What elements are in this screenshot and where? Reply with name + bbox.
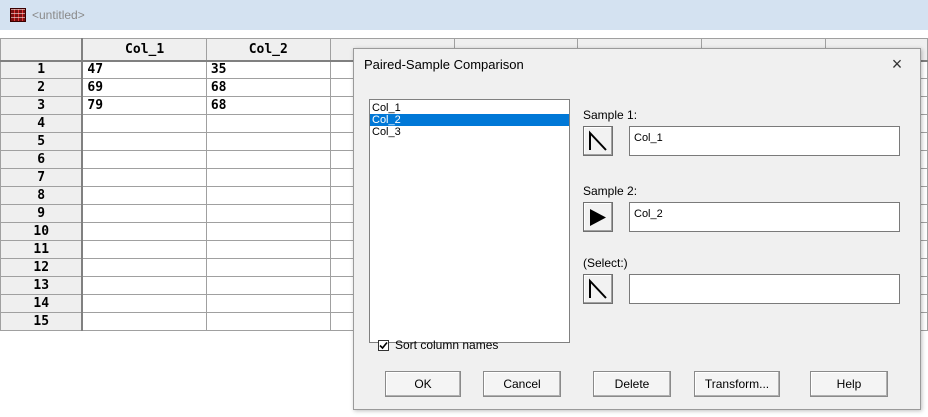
grid-cell[interactable] [205,186,331,205]
list-item-col2[interactable]: Col_2 [370,114,569,126]
grid-cell[interactable] [205,258,331,277]
grid-corner[interactable] [0,38,84,62]
row-header[interactable]: 12 [0,258,84,277]
grid-cell[interactable] [205,150,331,169]
close-icon[interactable]: × [882,51,912,77]
row-header[interactable]: 6 [0,150,84,169]
list-item-col1[interactable]: Col_1 [370,102,569,114]
sort-label: Sort column names [395,338,499,352]
grid-cell[interactable] [205,240,331,259]
grid-cell[interactable]: 79 [81,96,207,115]
arrow-hollow-icon [589,278,607,299]
grid-cell[interactable] [81,240,207,259]
row-header[interactable]: 8 [0,186,84,205]
select-label: (Select:) [583,256,628,270]
list-item-col3[interactable]: Col_3 [370,126,569,138]
window-titlebar: <untitled> [0,0,928,30]
sample1-arrow-button[interactable] [583,126,613,156]
sample2-field[interactable]: Col_2 [629,202,900,232]
grid-cell[interactable] [205,222,331,241]
grid-cell[interactable] [81,222,207,241]
sample1-field[interactable]: Col_1 [629,126,900,156]
sample1-label: Sample 1: [583,108,638,122]
sort-checkbox[interactable] [378,340,389,351]
cancel-button[interactable]: Cancel [483,371,561,397]
row-header[interactable]: 9 [0,204,84,223]
sample2-label: Sample 2: [583,184,638,198]
row-header[interactable]: 3 [0,96,84,115]
grid-cell[interactable] [205,204,331,223]
grid-cell[interactable]: 68 [205,96,331,115]
arrow-solid-icon [590,209,606,226]
grid-cell[interactable] [81,168,207,187]
grid-cell[interactable] [205,312,331,331]
row-header[interactable]: 1 [0,60,84,79]
grid-cell[interactable] [205,132,331,151]
column-header-col1[interactable]: Col_1 [81,38,207,62]
paired-sample-dialog: Paired-Sample Comparison × Col_1 Col_2 C… [353,48,921,410]
help-button[interactable]: Help [810,371,888,397]
sample2-arrow-button[interactable] [583,202,613,232]
grid-cell[interactable] [81,258,207,277]
grid-cell[interactable] [81,312,207,331]
row-header[interactable]: 7 [0,168,84,187]
row-header[interactable]: 4 [0,114,84,133]
grid-cell[interactable] [81,150,207,169]
arrow-hollow-icon [589,130,607,151]
grid-cell[interactable]: 35 [205,60,331,79]
grid-cell[interactable]: 68 [205,78,331,97]
row-header[interactable]: 5 [0,132,84,151]
row-header[interactable]: 2 [0,78,84,97]
grid-cell[interactable]: 69 [81,78,207,97]
delete-button[interactable]: Delete [593,371,671,397]
window-title: <untitled> [32,8,85,22]
select-arrow-button[interactable] [583,274,613,304]
grid-cell[interactable] [81,204,207,223]
transform-button[interactable]: Transform... [694,371,780,397]
dialog-title: Paired-Sample Comparison [364,57,524,72]
row-header[interactable]: 15 [0,312,84,331]
grid-cell[interactable]: 47 [81,60,207,79]
row-header[interactable]: 14 [0,294,84,313]
column-listbox[interactable]: Col_1 Col_2 Col_3 [369,99,570,343]
select-field[interactable] [629,274,900,304]
grid-cell[interactable] [81,114,207,133]
grid-cell[interactable] [81,276,207,295]
grid-cell[interactable] [205,114,331,133]
ok-button[interactable]: OK [385,371,461,397]
grid-cell[interactable] [205,276,331,295]
grid-cell[interactable] [81,186,207,205]
checkmark-icon [379,341,388,350]
grid-cell[interactable] [81,294,207,313]
grid-icon [10,8,26,22]
column-header-col2[interactable]: Col_2 [205,38,331,62]
grid-cell[interactable] [81,132,207,151]
grid-cell[interactable] [205,168,331,187]
row-header[interactable]: 11 [0,240,84,259]
row-header[interactable]: 13 [0,276,84,295]
grid-cell[interactable] [205,294,331,313]
row-header[interactable]: 10 [0,222,84,241]
